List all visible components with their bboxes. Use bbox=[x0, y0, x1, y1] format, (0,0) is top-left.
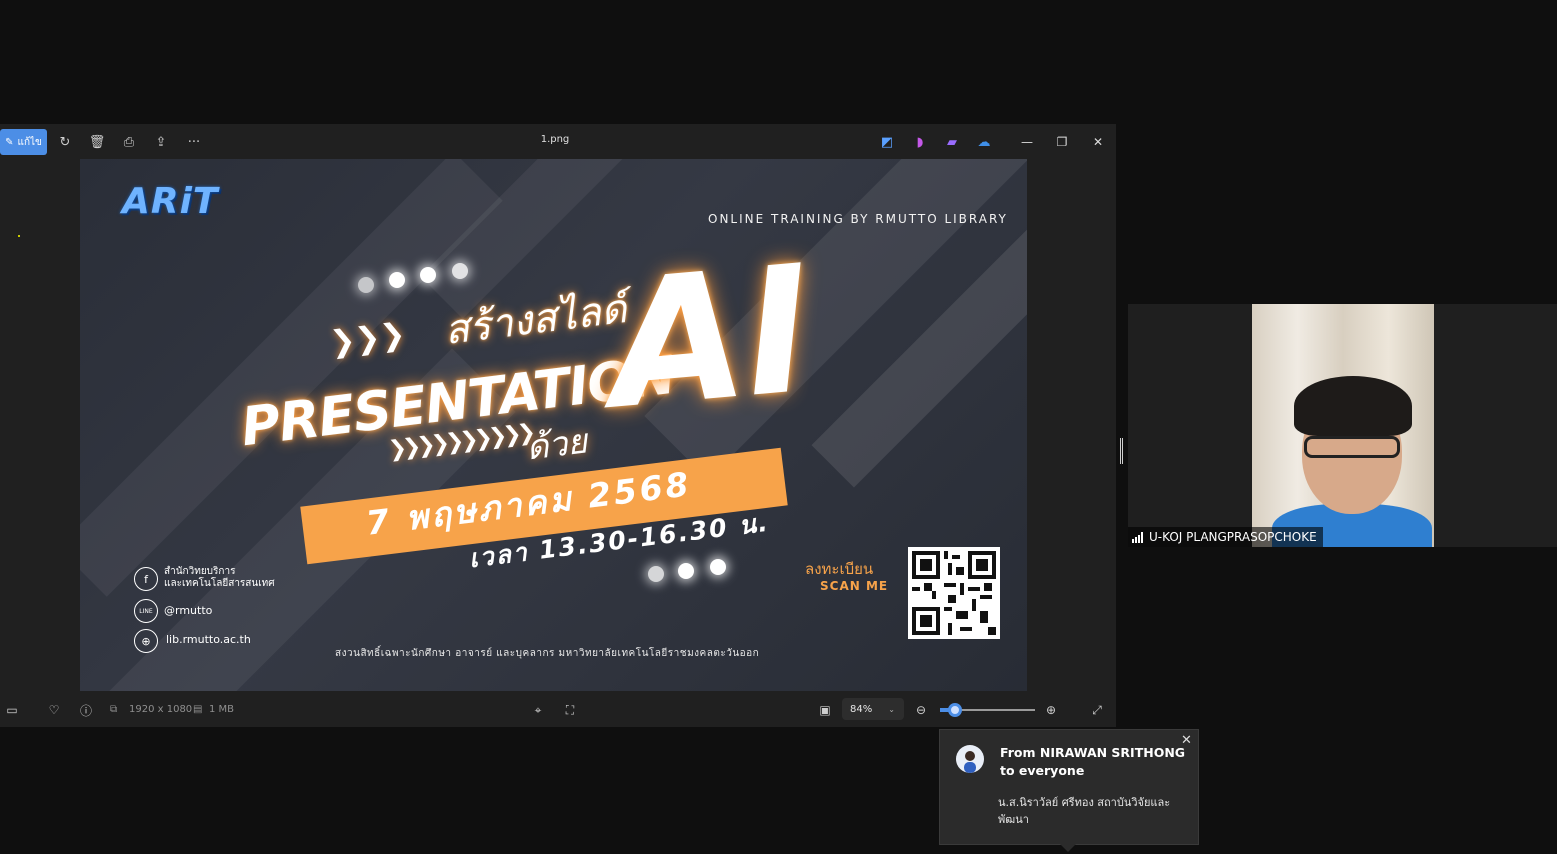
text-scan-icon[interactable]: ⛶ bbox=[561, 701, 579, 719]
title-bar: ✎ แก้ไข ↻ 🗑 ⎙ ⇪ ··· 1.png ◩ ◗ ▰ ☁ — ❐ ✕ bbox=[0, 124, 1116, 159]
close-button[interactable]: ✕ bbox=[1086, 131, 1110, 153]
qr-code bbox=[908, 547, 1000, 639]
facebook-icon: f bbox=[134, 567, 158, 591]
facebook-line2: และเทคโนโลยีสารสนเทศ bbox=[164, 578, 275, 589]
bottom-bar: ▭ ♡ ⓘ ⧉ 1920 x 1080 ▤ 1 MB ⌖ ⛶ ▣ 84% ⌄ ⊖… bbox=[0, 692, 1116, 727]
signal-icon bbox=[1132, 531, 1143, 543]
video-editor-icon[interactable]: ▰ bbox=[941, 131, 963, 153]
fit-view-icon[interactable]: ▣ bbox=[816, 701, 834, 719]
fullscreen-icon[interactable]: ⤢ bbox=[1088, 701, 1106, 719]
dimensions-icon: ⧉ bbox=[110, 704, 118, 715]
avatar bbox=[956, 745, 984, 773]
toast-pointer bbox=[1060, 844, 1076, 852]
close-icon[interactable]: ✕ bbox=[1181, 733, 1192, 748]
zoom-value: 84% bbox=[850, 703, 873, 715]
visual-search-icon[interactable]: ⌖ bbox=[529, 701, 547, 719]
more-icon[interactable]: ··· bbox=[183, 131, 205, 153]
arit-logo: ARiT bbox=[122, 181, 219, 222]
favorite-icon[interactable]: ♡ bbox=[45, 701, 63, 719]
video-tile[interactable]: U-KOJ PLANGPRASOPCHOKE bbox=[1128, 304, 1557, 547]
info-icon[interactable]: ⓘ bbox=[77, 701, 95, 719]
line-id: @rmutto bbox=[164, 604, 213, 617]
facebook-text: สำนักวิทยบริการ และเทคโนโลยีสารสนเทศ bbox=[164, 566, 275, 590]
title-ai: AI bbox=[601, 228, 820, 449]
rotate-icon[interactable]: ↻ bbox=[54, 131, 76, 153]
clipchamp-icon[interactable]: ◗ bbox=[909, 131, 931, 153]
filmstrip-icon[interactable]: ▭ bbox=[3, 701, 21, 719]
zoom-select[interactable]: 84% ⌄ bbox=[842, 698, 904, 720]
edit-icon: ✎ bbox=[5, 136, 14, 148]
file-size: 1 MB bbox=[209, 704, 235, 715]
share-icon[interactable]: ⇪ bbox=[150, 131, 172, 153]
onedrive-icon[interactable]: ☁ bbox=[973, 131, 995, 153]
image-dimensions: 1920 x 1080 bbox=[129, 704, 193, 715]
scan-me-label: SCAN ME bbox=[820, 579, 889, 593]
facebook-line1: สำนักวิทยบริการ bbox=[164, 566, 236, 577]
line-icon: LINE bbox=[134, 599, 158, 623]
chat-message: น.ส.นิราวัลย์ ศรีทอง สถาบันวิจัยและพัฒนา bbox=[998, 796, 1171, 826]
zoom-out-icon[interactable]: ⊖ bbox=[912, 701, 930, 719]
participant-name-label: U-KOJ PLANGPRASOPCHOKE bbox=[1128, 527, 1323, 547]
online-training-text: ONLINE TRAINING BY RMUTTO LIBRARY bbox=[708, 212, 1008, 226]
delete-icon[interactable]: 🗑 bbox=[86, 131, 108, 153]
designer-icon[interactable]: ◩ bbox=[876, 131, 898, 153]
file-size-icon: ▤ bbox=[193, 704, 203, 715]
minimize-button[interactable]: — bbox=[1015, 131, 1039, 153]
participant-name: U-KOJ PLANGPRASOPCHOKE bbox=[1149, 530, 1317, 544]
zoom-in-icon[interactable]: ⊕ bbox=[1042, 701, 1060, 719]
edit-button[interactable]: ✎ แก้ไข bbox=[0, 129, 47, 155]
stray-pixel bbox=[18, 235, 20, 237]
file-name: 1.png bbox=[540, 134, 570, 145]
zoom-slider-thumb[interactable] bbox=[948, 703, 962, 717]
print-icon[interactable]: ⎙ bbox=[118, 131, 140, 153]
chat-sender: From NIRAWAN SRITHONG to everyone bbox=[1000, 745, 1186, 778]
participant-video bbox=[1252, 304, 1434, 547]
globe-icon: ⊕ bbox=[134, 629, 158, 653]
chevron-down-icon: ⌄ bbox=[888, 704, 895, 714]
edit-button-label: แก้ไข bbox=[17, 136, 42, 148]
website: lib.rmutto.ac.th bbox=[166, 633, 251, 646]
photos-window: ✎ แก้ไข ↻ 🗑 ⎙ ⇪ ··· 1.png ◩ ◗ ▰ ☁ — ❐ ✕ … bbox=[0, 124, 1116, 727]
register-label: ลงทะเบียน bbox=[805, 560, 874, 578]
chat-notification[interactable]: From NIRAWAN SRITHONG to everyone น.ส.นิ… bbox=[939, 729, 1199, 852]
restore-button[interactable]: ❐ bbox=[1050, 131, 1074, 153]
title-with: ด้วย bbox=[523, 421, 590, 469]
split-divider-handle[interactable] bbox=[1120, 438, 1123, 464]
poster-footer: สงวนสิทธิ์เฉพาะนักศึกษา อาจารย์ และบุคลา… bbox=[335, 648, 760, 659]
poster-image: ARiT ONLINE TRAINING BY RMUTTO LIBRARY ❯… bbox=[80, 159, 1027, 691]
